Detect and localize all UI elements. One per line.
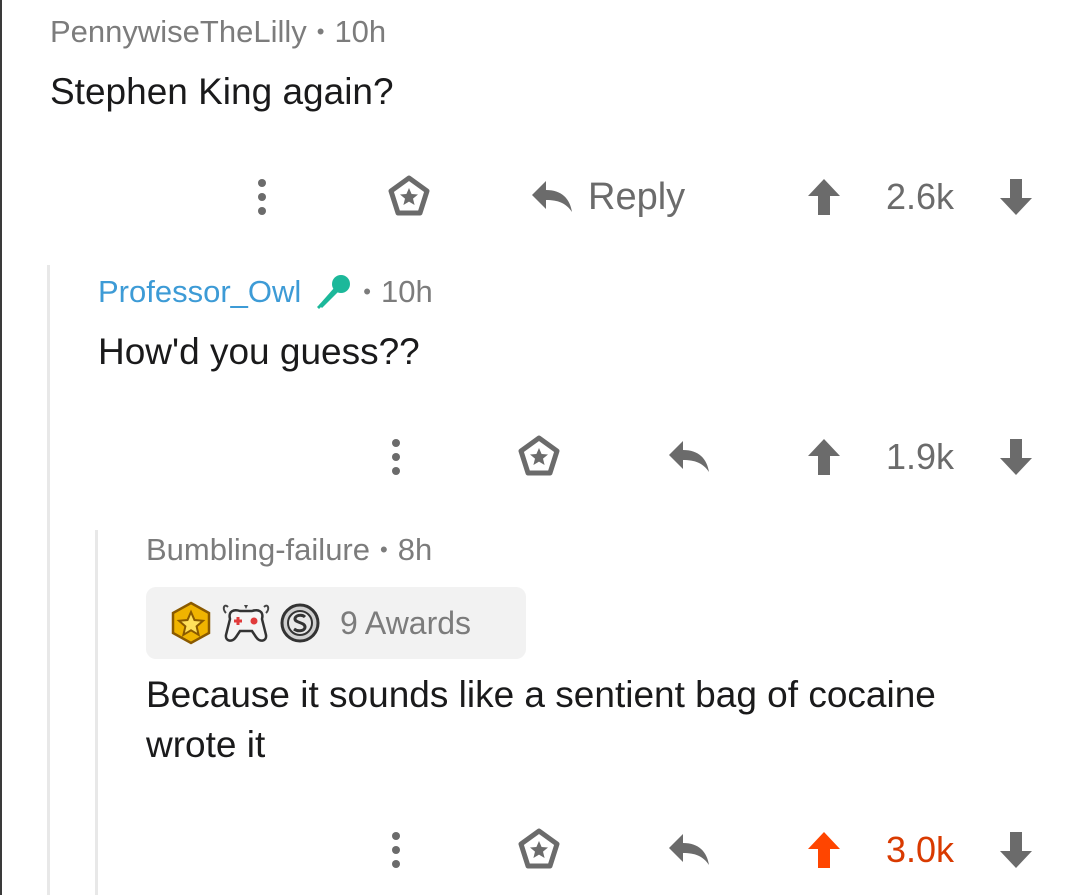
more-options-button[interactable] [374, 815, 418, 885]
upvote-arrow-icon[interactable] [806, 177, 842, 217]
more-options-button[interactable] [240, 162, 284, 232]
vertical-dots-icon [392, 832, 400, 868]
give-award-button[interactable] [514, 422, 564, 492]
vote-score: 1.9k [885, 436, 955, 477]
reply-button[interactable]: Reply [530, 162, 710, 232]
vote-controls: 2.6k [806, 162, 1034, 232]
comment-age: 8h [397, 532, 433, 567]
comment-actions: 3.0k [0, 815, 1080, 885]
more-options-button[interactable] [374, 422, 418, 492]
reply-arrow-icon [532, 181, 572, 212]
vote-controls: 3.0k [806, 815, 1034, 885]
reply-button[interactable] [664, 815, 714, 885]
awards-bar[interactable]: 9 Awards [146, 587, 526, 659]
comment-body: How'd you guess?? [98, 331, 420, 372]
reply-arrow-icon [669, 441, 709, 472]
downvote-arrow-icon[interactable] [998, 437, 1034, 477]
award-icon [388, 175, 430, 216]
give-award-button[interactable] [514, 815, 564, 885]
reply-button[interactable] [664, 422, 714, 492]
meta-separator: • [316, 19, 325, 44]
vote-score: 2.6k [885, 176, 955, 217]
comment-meta: Professor_Owl • 10h [98, 273, 433, 311]
comment-author[interactable]: Bumbling-failure [146, 532, 370, 568]
vertical-dots-icon [258, 179, 266, 215]
downvote-arrow-icon[interactable] [998, 177, 1034, 217]
awards-count-label: 9 Awards [340, 604, 472, 641]
comment-body: Because it sounds like a sentient bag of… [146, 674, 936, 765]
thread-line-level-1[interactable] [47, 265, 50, 895]
vertical-dots-icon [392, 439, 400, 475]
gold-star-award-icon [168, 601, 214, 645]
reply-label: Reply [588, 175, 686, 218]
silver-coin-award-icon [278, 601, 322, 645]
vote-controls: 1.9k [806, 422, 1034, 492]
comment-actions: 1.9k [0, 422, 1080, 492]
comment-body: Stephen King again? [50, 71, 394, 112]
microphone-icon [317, 275, 351, 309]
meta-separator: • [380, 537, 388, 562]
comment-meta: PennywiseTheLilly • 10h [50, 14, 386, 50]
upvote-arrow-icon[interactable] [806, 830, 842, 870]
award-icon [518, 435, 560, 476]
comment-author[interactable]: PennywiseTheLilly [50, 14, 307, 50]
comment-age: 10h [381, 274, 433, 309]
downvote-arrow-icon[interactable] [998, 830, 1034, 870]
reply-arrow-icon [669, 834, 709, 865]
comment-meta: Bumbling-failure • 8h [146, 532, 432, 568]
comment-author[interactable]: Professor_Owl [98, 274, 301, 310]
upvote-arrow-icon[interactable] [806, 437, 842, 477]
comment-actions: Reply 2.6k [0, 162, 1080, 232]
award-icon [518, 828, 560, 869]
give-award-button[interactable] [384, 162, 434, 232]
meta-separator: • [363, 279, 371, 304]
wholesome-controller-award-icon [220, 601, 272, 645]
vote-score: 3.0k [885, 829, 955, 870]
comment-age: 10h [334, 14, 387, 49]
